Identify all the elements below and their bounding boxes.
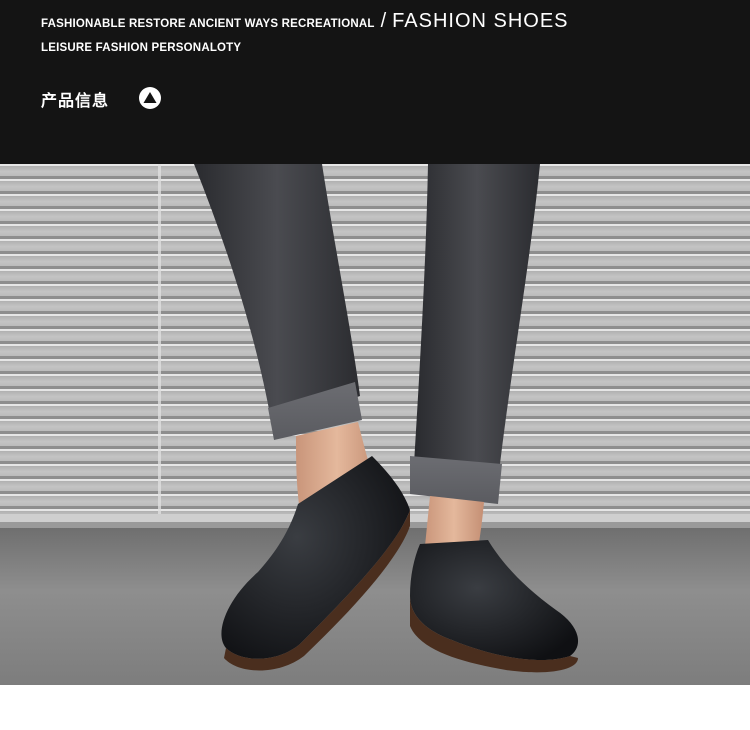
tagline-row: FASHIONABLE RESTORE ANCIENT WAYS RECREAT… <box>41 10 569 33</box>
section-label: 产品信息 <box>41 93 110 110</box>
banner-title: FASHION SHOES <box>392 10 569 32</box>
title-separator: / <box>380 10 387 32</box>
tagline: FASHIONABLE RESTORE ANCIENT WAYS RECREAT… <box>41 18 375 30</box>
product-photo <box>0 164 750 685</box>
triangle-up-icon <box>139 87 161 109</box>
header-banner: FASHIONABLE RESTORE ANCIENT WAYS RECREAT… <box>0 0 750 164</box>
subline: LEISURE FASHION PERSONALOTY <box>41 42 242 54</box>
